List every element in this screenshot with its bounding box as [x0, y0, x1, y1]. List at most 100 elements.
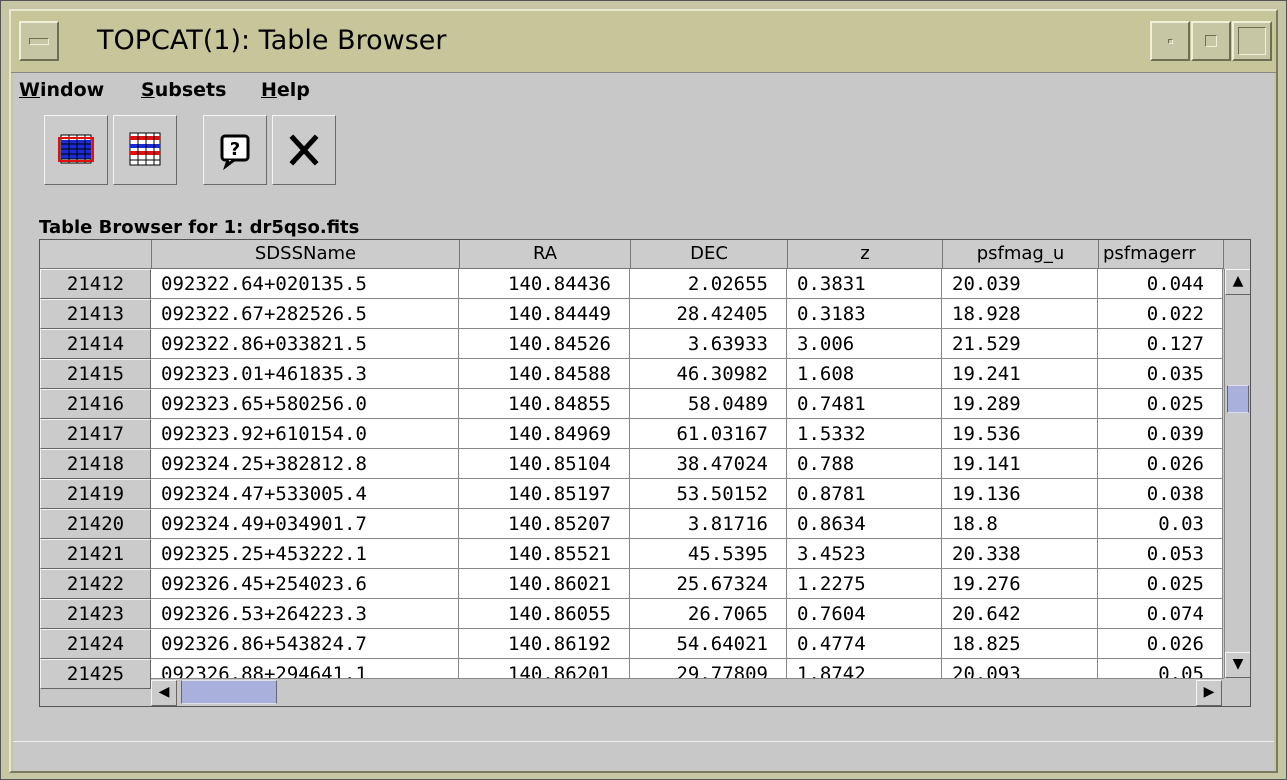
table-cell[interactable]: 0.4774	[787, 629, 942, 659]
menu-subsets[interactable]: Subsets	[141, 79, 226, 101]
table-cell[interactable]: 19.536	[942, 419, 1098, 449]
table-row[interactable]: 092326.53+264223.3 140.86055 26.7065 0.7604…	[151, 599, 1223, 629]
table-cell[interactable]: 21.529	[942, 329, 1098, 359]
table-cell[interactable]: 45.5395	[630, 539, 787, 569]
table-cell[interactable]: 140.84526	[459, 329, 630, 359]
table-cell[interactable]: 0.022	[1098, 299, 1223, 329]
table-row[interactable]: 092326.86+543824.7 140.86192 54.64021 0.477…	[151, 629, 1223, 659]
table-cell[interactable]: 19.136	[942, 479, 1098, 509]
table-cell[interactable]: 140.85207	[459, 509, 630, 539]
maximize-button[interactable]	[1191, 21, 1231, 61]
table-cell[interactable]: 0.044	[1098, 269, 1223, 299]
table-cell[interactable]: 140.86021	[459, 569, 630, 599]
window-menu-button[interactable]	[19, 21, 59, 61]
table-cell[interactable]: 140.84588	[459, 359, 630, 389]
vertical-scroll-thumb[interactable]	[1227, 385, 1249, 413]
row-number-cell[interactable]: 21415	[40, 359, 151, 389]
table-cell[interactable]: 54.64021	[630, 629, 787, 659]
table-cell[interactable]: 092322.67+282526.5	[151, 299, 459, 329]
table-cell[interactable]: 092324.25+382812.8	[151, 449, 459, 479]
table-row[interactable]: 092325.25+453222.1 140.85521 45.5395 3.4523…	[151, 539, 1223, 569]
row-number-cell[interactable]: 21418	[40, 449, 151, 479]
row-number-cell[interactable]: 21412	[40, 269, 151, 299]
table-cell[interactable]: 28.42405	[630, 299, 787, 329]
table-cell[interactable]: 092322.86+033821.5	[151, 329, 459, 359]
table-row[interactable]: 092326.45+254023.6 140.86021 25.67324 1.227…	[151, 569, 1223, 599]
table-row[interactable]: 092322.64+020135.5 140.84436 2.02655 0.3831…	[151, 269, 1223, 299]
table-cell[interactable]: 0.035	[1098, 359, 1223, 389]
table-cell[interactable]: 092324.47+533005.4	[151, 479, 459, 509]
table-cell[interactable]: 0.025	[1098, 389, 1223, 419]
table-cell[interactable]: 19.141	[942, 449, 1098, 479]
table-cell[interactable]: 0.7604	[787, 599, 942, 629]
vertical-scrollbar[interactable]: ▲ ▼	[1224, 269, 1250, 693]
table-cell[interactable]: 092323.92+610154.0	[151, 419, 459, 449]
scroll-up-button[interactable]: ▲	[1225, 269, 1250, 295]
table-cell[interactable]: 092325.25+453222.1	[151, 539, 459, 569]
table-cell[interactable]: 19.276	[942, 569, 1098, 599]
close-button[interactable]	[272, 115, 336, 185]
table-cell[interactable]: 19.289	[942, 389, 1098, 419]
resize-button[interactable]	[1232, 21, 1272, 61]
row-number-cell[interactable]: 21423	[40, 599, 151, 629]
table-cell[interactable]: 140.84436	[459, 269, 630, 299]
column-header-psfmag-u[interactable]: psfmag_u	[943, 240, 1099, 269]
table-cell[interactable]: 20.642	[942, 599, 1098, 629]
column-header-dec[interactable]: DEC	[631, 240, 788, 269]
table-cell[interactable]: 140.84969	[459, 419, 630, 449]
table-cell[interactable]: 0.026	[1098, 449, 1223, 479]
table-cell[interactable]: 140.86192	[459, 629, 630, 659]
row-subsets-button[interactable]	[113, 115, 177, 185]
table-cell[interactable]: 0.026	[1098, 629, 1223, 659]
table-row[interactable]: 092322.86+033821.5 140.84526 3.63933 3.006 2…	[151, 329, 1223, 359]
table-cell[interactable]: 61.03167	[630, 419, 787, 449]
table-cell[interactable]: 140.85104	[459, 449, 630, 479]
table-cell[interactable]: 0.053	[1098, 539, 1223, 569]
table-row[interactable]: 092322.67+282526.5 140.84449 28.42405 0.318…	[151, 299, 1223, 329]
table-cell[interactable]: 20.338	[942, 539, 1098, 569]
table-cell[interactable]: 092323.65+580256.0	[151, 389, 459, 419]
scroll-right-button[interactable]: ▶	[1196, 680, 1222, 706]
table-cell[interactable]: 2.02655	[630, 269, 787, 299]
table-cell[interactable]: 092326.53+264223.3	[151, 599, 459, 629]
table-cell[interactable]: 1.608	[787, 359, 942, 389]
table-cell[interactable]: 092322.64+020135.5	[151, 269, 459, 299]
table-cell[interactable]: 0.3831	[787, 269, 942, 299]
row-number-cell[interactable]: 21414	[40, 329, 151, 359]
column-info-button[interactable]	[44, 115, 108, 185]
row-number-cell[interactable]: 21425	[40, 659, 151, 689]
table-cell[interactable]: 0.038	[1098, 479, 1223, 509]
table-cell[interactable]: 18.825	[942, 629, 1098, 659]
table-cell[interactable]: 140.86055	[459, 599, 630, 629]
table-cell[interactable]: 0.3183	[787, 299, 942, 329]
table-cell[interactable]: 092326.45+254023.6	[151, 569, 459, 599]
table-cell[interactable]: 0.074	[1098, 599, 1223, 629]
row-number-cell[interactable]: 21419	[40, 479, 151, 509]
row-number-cell[interactable]: 21422	[40, 569, 151, 599]
table-cell[interactable]: 0.7481	[787, 389, 942, 419]
table-cell[interactable]: 0.788	[787, 449, 942, 479]
column-header-z[interactable]: z	[788, 240, 943, 269]
table-row[interactable]: 092323.92+610154.0 140.84969 61.03167 1.533…	[151, 419, 1223, 449]
table-cell[interactable]: 38.47024	[630, 449, 787, 479]
row-number-cell[interactable]: 21421	[40, 539, 151, 569]
menu-window[interactable]: Window	[19, 79, 104, 101]
row-number-cell[interactable]: 21417	[40, 419, 151, 449]
row-number-cell[interactable]: 21413	[40, 299, 151, 329]
table-cell[interactable]: 0.03	[1098, 509, 1223, 539]
table-cell[interactable]: 140.85197	[459, 479, 630, 509]
table-cell[interactable]: 0.039	[1098, 419, 1223, 449]
title-bar[interactable]: TOPCAT(1): Table Browser	[11, 11, 1276, 73]
row-number-cell[interactable]: 21416	[40, 389, 151, 419]
row-number-cell[interactable]: 21424	[40, 629, 151, 659]
table-cell[interactable]: 46.30982	[630, 359, 787, 389]
menu-help[interactable]: Help	[261, 79, 310, 101]
table-cell[interactable]: 0.8781	[787, 479, 942, 509]
help-button[interactable]: ?	[203, 115, 267, 185]
table-cell[interactable]: 53.50152	[630, 479, 787, 509]
row-number-cell[interactable]: 21420	[40, 509, 151, 539]
table-cell[interactable]: 140.84855	[459, 389, 630, 419]
table-cell[interactable]: 0.025	[1098, 569, 1223, 599]
table-cell[interactable]: 19.241	[942, 359, 1098, 389]
column-header-psfmagerr[interactable]: psfmagerr	[1099, 240, 1224, 269]
